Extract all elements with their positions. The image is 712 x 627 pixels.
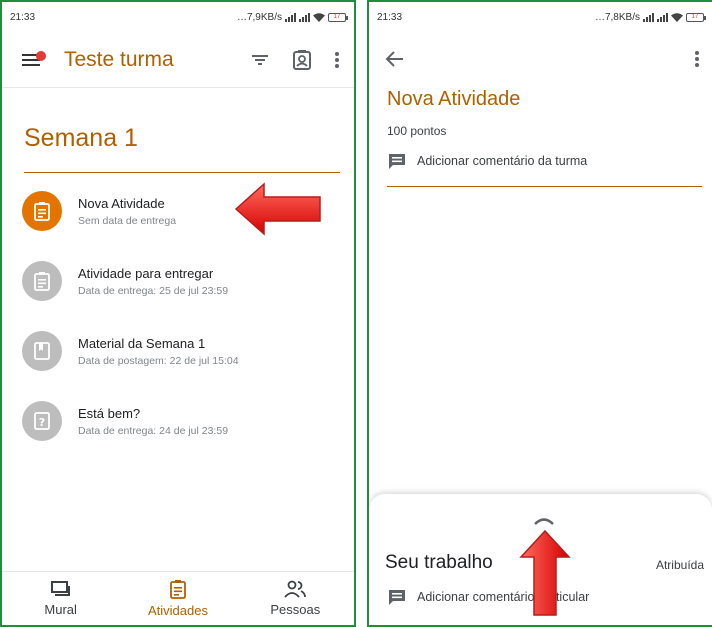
more-vert-icon[interactable] xyxy=(334,50,340,70)
right-screen: 21:33 …7,8KB/s 17 Nova Atividade 100 pon… xyxy=(367,0,712,627)
app-bar xyxy=(369,32,712,86)
assignment-icon xyxy=(170,580,186,599)
list-item-atividade-para-entregar[interactable]: Atividade para entregar Data de entrega:… xyxy=(22,256,344,306)
pointer-arrow-left xyxy=(234,182,321,236)
status-bar: 21:33 …7,9KB/s 17 xyxy=(2,2,354,32)
nav-mural[interactable]: Mural xyxy=(11,580,111,617)
people-icon xyxy=(284,580,307,598)
item-subtitle: Data de entrega: 24 de jul 23:59 xyxy=(78,424,229,437)
filter-icon[interactable] xyxy=(250,50,270,70)
class-title: Teste turma xyxy=(64,47,174,71)
class-info-icon[interactable] xyxy=(292,49,312,71)
status-bar: 21:33 …7,8KB/s 17 xyxy=(369,2,712,32)
divider xyxy=(24,172,340,173)
assignment-title: Nova Atividade xyxy=(387,88,521,110)
status-time: 21:33 xyxy=(10,11,36,23)
app-bar: Teste turma xyxy=(2,32,354,88)
wifi-icon xyxy=(313,12,325,22)
notification-dot xyxy=(36,50,46,61)
battery-icon: 17 xyxy=(328,12,348,22)
comment-icon xyxy=(389,590,405,605)
stream-icon xyxy=(50,581,70,596)
list-item-esta-bem[interactable]: ? Está bem? Data de entrega: 24 de jul 2… xyxy=(22,396,344,446)
item-subtitle: Data de postagem: 22 de jul 15:04 xyxy=(78,354,239,367)
assignment-points: 100 pontos xyxy=(387,124,447,138)
signal-icon xyxy=(285,12,296,22)
topic-title: Semana 1 xyxy=(24,124,138,152)
add-class-comment-button[interactable]: Adicionar comentário da turma xyxy=(387,152,587,170)
bottom-navigation: Mural Atividades Pessoas xyxy=(2,571,354,625)
item-title: Está bem? xyxy=(78,405,141,421)
back-arrow-icon[interactable] xyxy=(385,50,405,68)
item-subtitle: Sem data de entrega xyxy=(78,214,177,227)
assignment-icon xyxy=(22,261,62,301)
menu-button[interactable] xyxy=(22,49,46,71)
network-speed: …7,8KB/s xyxy=(594,11,640,23)
signal-icon xyxy=(299,12,310,22)
item-title: Atividade para entregar xyxy=(78,265,214,281)
expand-up-icon[interactable] xyxy=(533,516,555,526)
list-item-material-semana-1[interactable]: Material da Semana 1 Data de postagem: 2… xyxy=(22,326,344,376)
book-icon xyxy=(22,331,62,371)
signal-icon xyxy=(657,12,668,22)
question-icon: ? xyxy=(22,401,62,441)
assignment-icon xyxy=(22,191,62,231)
left-screen: 21:33 …7,9KB/s 17 Teste turma Semana 1 N… xyxy=(0,0,356,627)
wifi-icon xyxy=(671,12,683,22)
item-title: Nova Atividade xyxy=(78,195,165,211)
nav-atividades[interactable]: Atividades xyxy=(128,579,228,618)
item-title: Material da Semana 1 xyxy=(78,335,206,351)
divider xyxy=(387,186,702,187)
signal-icon xyxy=(643,12,654,22)
status-time: 21:33 xyxy=(377,11,403,23)
svg-text:?: ? xyxy=(39,416,45,429)
your-work-title: Seu trabalho xyxy=(385,552,493,573)
item-subtitle: Data de entrega: 25 de jul 23:59 xyxy=(78,284,229,297)
comment-icon xyxy=(389,154,405,169)
pointer-arrow-up xyxy=(519,529,571,616)
battery-icon: 17 xyxy=(686,12,706,22)
status-badge: Atribuída xyxy=(655,558,704,572)
nav-pessoas[interactable]: Pessoas xyxy=(245,580,345,617)
more-vert-icon[interactable] xyxy=(694,49,700,69)
network-speed: …7,9KB/s xyxy=(236,11,282,23)
